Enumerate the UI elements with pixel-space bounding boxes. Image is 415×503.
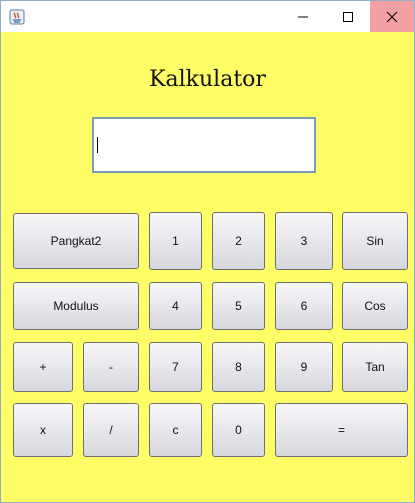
equals-button[interactable]: = <box>275 403 408 457</box>
maximize-icon <box>342 11 353 22</box>
digit-3-button[interactable]: 3 <box>275 212 333 270</box>
digit-4-button[interactable]: 4 <box>149 282 202 330</box>
modulus-button[interactable]: Modulus <box>13 282 139 330</box>
multiply-button[interactable]: x <box>13 403 73 457</box>
sin-button[interactable]: Sin <box>342 212 408 270</box>
divide-button[interactable]: / <box>83 403 139 457</box>
digit-2-button[interactable]: 2 <box>212 212 265 270</box>
title-bar[interactable] <box>1 1 414 32</box>
cos-button[interactable]: Cos <box>342 282 408 330</box>
digit-5-button[interactable]: 5 <box>212 282 265 330</box>
close-button[interactable] <box>370 1 414 32</box>
digit-0-button[interactable]: 0 <box>212 403 265 457</box>
minus-button[interactable]: - <box>83 342 139 392</box>
display-field[interactable] <box>92 117 316 173</box>
digit-6-button[interactable]: 6 <box>275 282 333 330</box>
plus-button[interactable]: + <box>13 342 73 392</box>
java-app-icon <box>9 9 25 25</box>
minimize-icon <box>297 16 308 17</box>
digit-9-button[interactable]: 9 <box>275 342 333 392</box>
maximize-button[interactable] <box>325 1 370 32</box>
digit-1-button[interactable]: 1 <box>149 212 202 270</box>
pangkat2-button[interactable]: Pangkat2 <box>13 213 139 269</box>
close-icon <box>386 11 398 22</box>
digit-7-button[interactable]: 7 <box>149 342 202 392</box>
tan-button[interactable]: Tan <box>342 342 408 392</box>
clear-button[interactable]: c <box>149 403 202 457</box>
calculator-window: Kalkulator Pangkat2 1 2 3 Sin Modulus 4 … <box>0 0 415 503</box>
page-title: Kalkulator <box>149 67 266 92</box>
digit-8-button[interactable]: 8 <box>212 342 265 392</box>
minimize-button[interactable] <box>280 1 325 32</box>
text-caret <box>97 137 98 153</box>
